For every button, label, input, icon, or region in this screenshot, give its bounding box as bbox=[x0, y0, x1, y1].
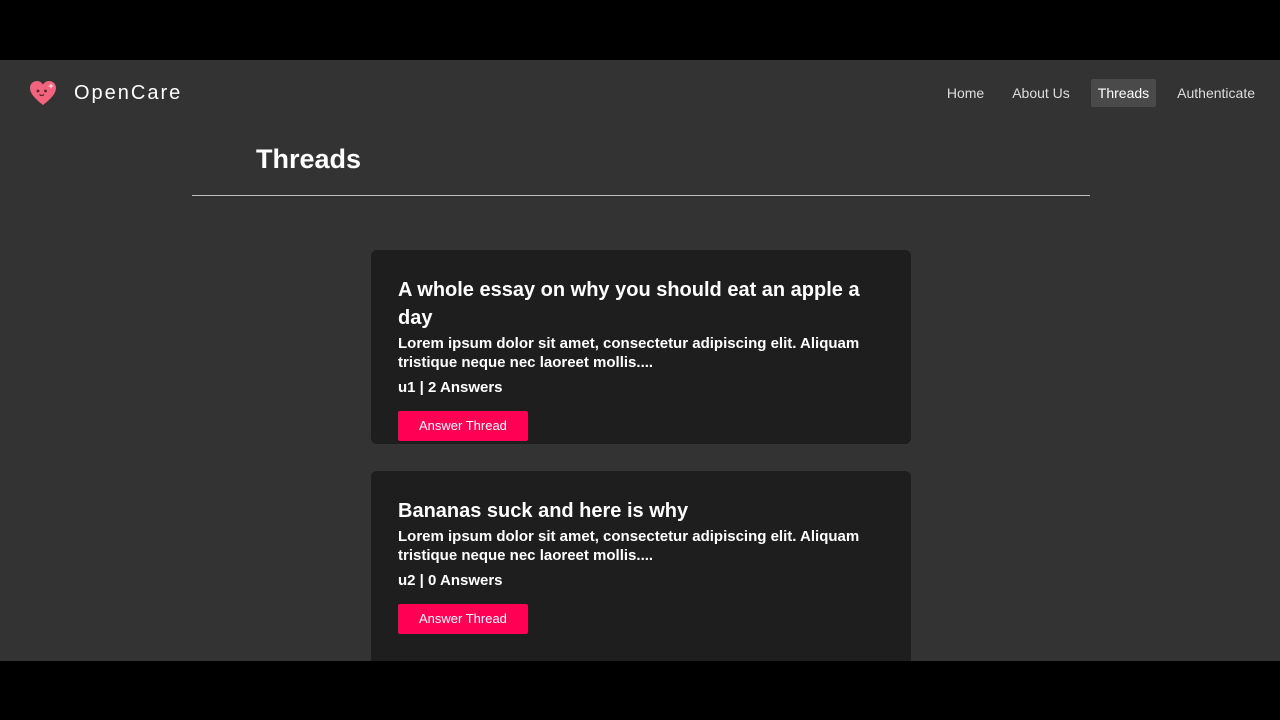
nav-authenticate[interactable]: Authenticate bbox=[1170, 79, 1262, 107]
nav-links: Home About Us Threads Authenticate bbox=[926, 79, 1262, 107]
nav-threads[interactable]: Threads bbox=[1090, 79, 1157, 107]
thread-card: A whole essay on why you should eat an a… bbox=[371, 250, 911, 444]
nav-home[interactable]: Home bbox=[940, 79, 991, 107]
thread-title: A whole essay on why you should eat an a… bbox=[398, 279, 860, 329]
thread-card: Bananas suck and here is why Lorem ipsum… bbox=[371, 471, 911, 661]
nav-about-us[interactable]: About Us bbox=[1005, 79, 1077, 107]
navbar: OpenCare Home About Us Threads Authentic… bbox=[0, 60, 1280, 126]
heart-sparkle-icon bbox=[30, 81, 56, 105]
thread-excerpt: Lorem ipsum dolor sit amet, consectetur … bbox=[398, 335, 860, 371]
thread-meta: u1 | 2 Answers bbox=[398, 379, 503, 396]
letterbox-top bbox=[0, 0, 1280, 60]
thread-excerpt: Lorem ipsum dolor sit amet, consectetur … bbox=[398, 528, 860, 564]
thread-meta: u2 | 0 Answers bbox=[398, 572, 503, 589]
thread-title: Bananas suck and here is why bbox=[398, 500, 689, 522]
letterbox-bottom bbox=[0, 661, 1280, 720]
title-divider bbox=[192, 195, 1090, 196]
brand[interactable]: OpenCare bbox=[28, 78, 182, 108]
page-title: Threads bbox=[256, 144, 362, 174]
answer-thread-button[interactable]: Answer Thread bbox=[398, 411, 528, 441]
brand-name: OpenCare bbox=[74, 81, 183, 104]
app-viewport: OpenCare Home About Us Threads Authentic… bbox=[0, 60, 1280, 661]
answer-thread-button[interactable]: Answer Thread bbox=[398, 604, 528, 634]
